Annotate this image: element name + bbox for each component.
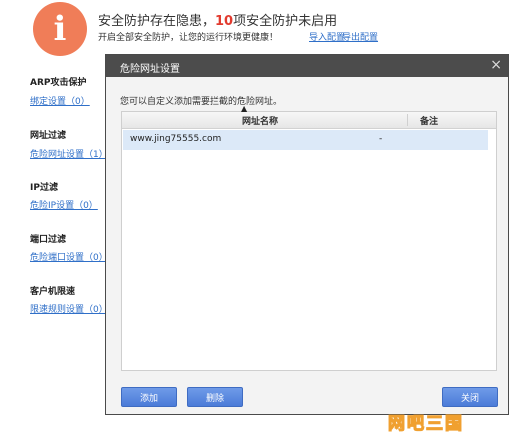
url-filter-title: 网址过滤 — [30, 131, 67, 141]
column-divider — [407, 114, 408, 126]
speed-limit-rules-link[interactable]: 限速规则设置（0） — [30, 302, 108, 315]
dangerous-port-link[interactable]: 危险端口设置（0） — [30, 250, 108, 263]
import-config-link[interactable]: 导入配置 — [309, 30, 345, 43]
table-header: 网址名称 备注 — [122, 112, 496, 129]
dialog-titlebar[interactable]: 危险网址设置 × — [106, 55, 508, 77]
dialog-description: 您可以自定义添加需要拦截的危险网址。 — [120, 97, 283, 107]
close-icon[interactable]: × — [490, 56, 502, 74]
security-subline: 开启全部安全防护，让您的运行环境更健康！ — [98, 33, 279, 43]
dialog-title: 危险网址设置 — [120, 64, 180, 75]
port-filter-title: 端口过滤 — [30, 235, 67, 245]
add-button[interactable]: 添加 — [121, 387, 177, 407]
arp-binding-link[interactable]: 绑定设置（0） — [30, 94, 90, 107]
watermark-logo: 网吧三国 — [387, 413, 464, 434]
url-table: 网址名称 备注 www.jing75555.com - — [121, 111, 497, 371]
export-config-link[interactable]: 导出配置 — [342, 30, 378, 43]
row-note: - — [379, 134, 383, 144]
close-button[interactable]: 关闭 — [442, 387, 498, 407]
dangerous-ip-link[interactable]: 危险IP设置（0） — [30, 198, 98, 211]
table-row[interactable]: www.jing75555.com - — [123, 130, 488, 150]
security-headline: 安全防护存在隐患，10项安全防护未启用 — [98, 10, 337, 29]
headline-suffix: 项安全防护未启用 — [233, 14, 338, 29]
warning-icon: i — [33, 2, 87, 56]
disabled-count: 10 — [215, 14, 234, 29]
column-header-note[interactable]: 备注 — [420, 114, 438, 127]
column-header-url[interactable]: 网址名称 — [242, 114, 278, 127]
arp-protection-title: ARP攻击保护 — [30, 78, 87, 88]
delete-button[interactable]: 删除 — [187, 387, 243, 407]
cursor-icon: ▲ — [241, 104, 248, 113]
row-url: www.jing75555.com — [130, 134, 222, 144]
headline-prefix: 安全防护存在隐患， — [98, 14, 216, 29]
client-speed-limit-title: 客户机限速 — [30, 287, 76, 297]
dangerous-url-link[interactable]: 危险网址设置（1） — [30, 147, 108, 160]
ip-filter-title: IP过滤 — [30, 183, 58, 193]
dangerous-url-dialog: 危险网址设置 × 您可以自定义添加需要拦截的危险网址。 网址名称 备注 www.… — [105, 54, 509, 415]
